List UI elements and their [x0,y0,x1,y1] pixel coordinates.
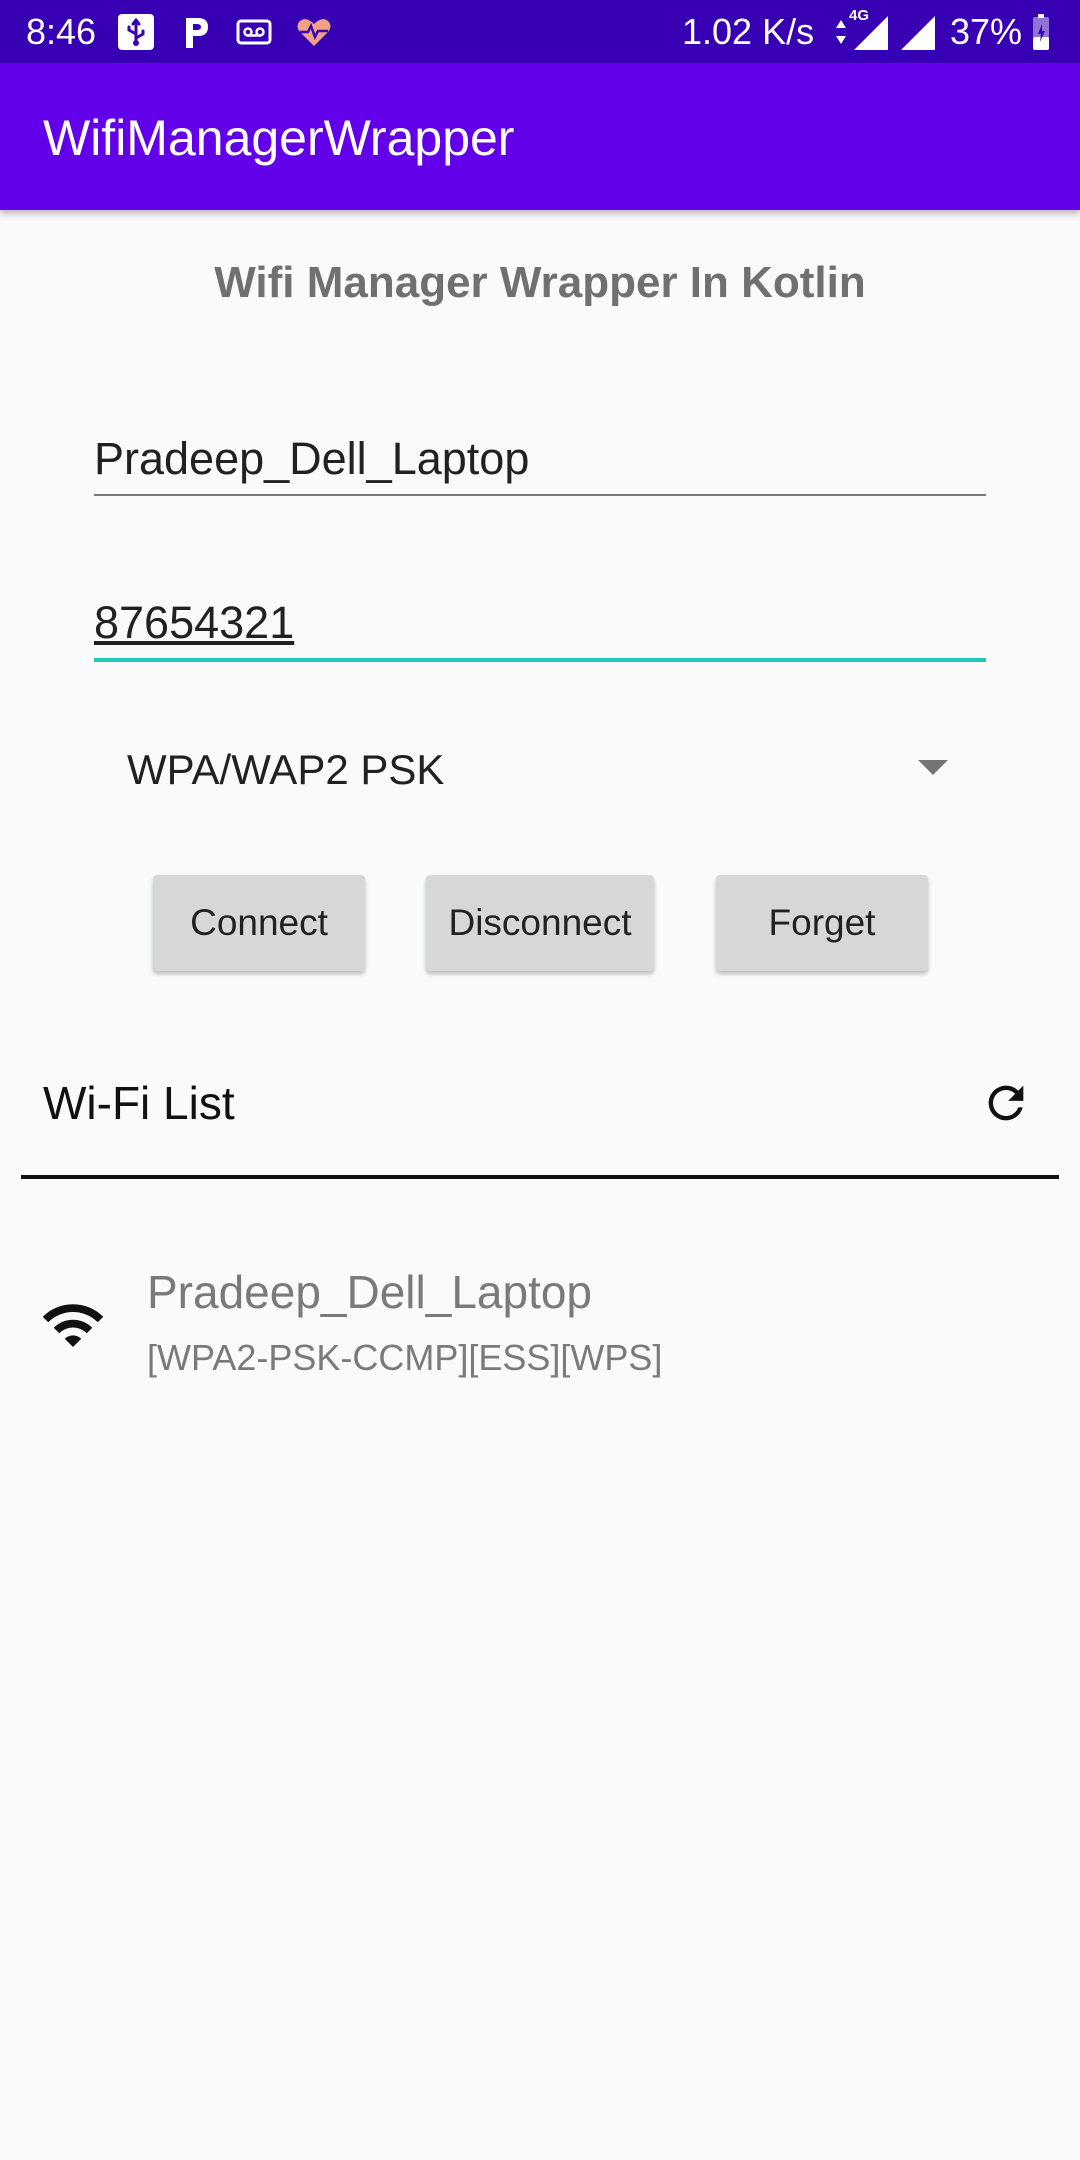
wifi-signal-icon [42,1304,104,1347]
network-speed: 1.02 K/s [682,11,815,52]
wifi-list-title: Wi-Fi List [43,1077,235,1129]
wifi-list-item[interactable]: Pradeep_Dell_Laptop [WPA2-PSK-CCMP][ESS]… [0,1250,1080,1390]
disconnect-button[interactable]: Disconnect [426,875,654,971]
forget-button[interactable]: Forget [716,875,928,971]
refresh-icon[interactable] [980,1077,1032,1129]
ssid-input[interactable] [94,424,986,496]
wifi-item-capabilities: [WPA2-PSK-CCMP][ESS][WPS] [147,1337,663,1378]
data-arrows-icon [836,20,846,44]
usb-icon [118,14,154,50]
password-input[interactable] [94,588,986,662]
security-type-value: WPA/WAP2 PSK [127,746,445,793]
battery-icon [1033,14,1049,50]
status-bar: 8:46 1.02 K/s 4G 37% [0,0,1080,63]
security-type-dropdown[interactable]: WPA/WAP2 PSK [94,730,986,810]
page-heading: Wifi Manager Wrapper In Kotlin [214,258,866,307]
connect-button[interactable]: Connect [153,875,365,971]
app-title: WifiManagerWrapper [43,110,515,166]
dropdown-arrow-icon [918,760,948,775]
app-bar: WifiManagerWrapper [0,63,1080,210]
battery-percent: 37% [950,11,1023,52]
signal-icon-2 [901,16,935,50]
wifi-item-ssid: Pradeep_Dell_Laptop [147,1266,593,1318]
list-divider [21,1175,1059,1179]
network-type: 4G [849,7,870,24]
voicemail-icon [236,19,272,45]
heart-rate-icon [297,19,331,46]
status-time: 8:46 [26,11,97,52]
p-app-icon [186,18,208,48]
